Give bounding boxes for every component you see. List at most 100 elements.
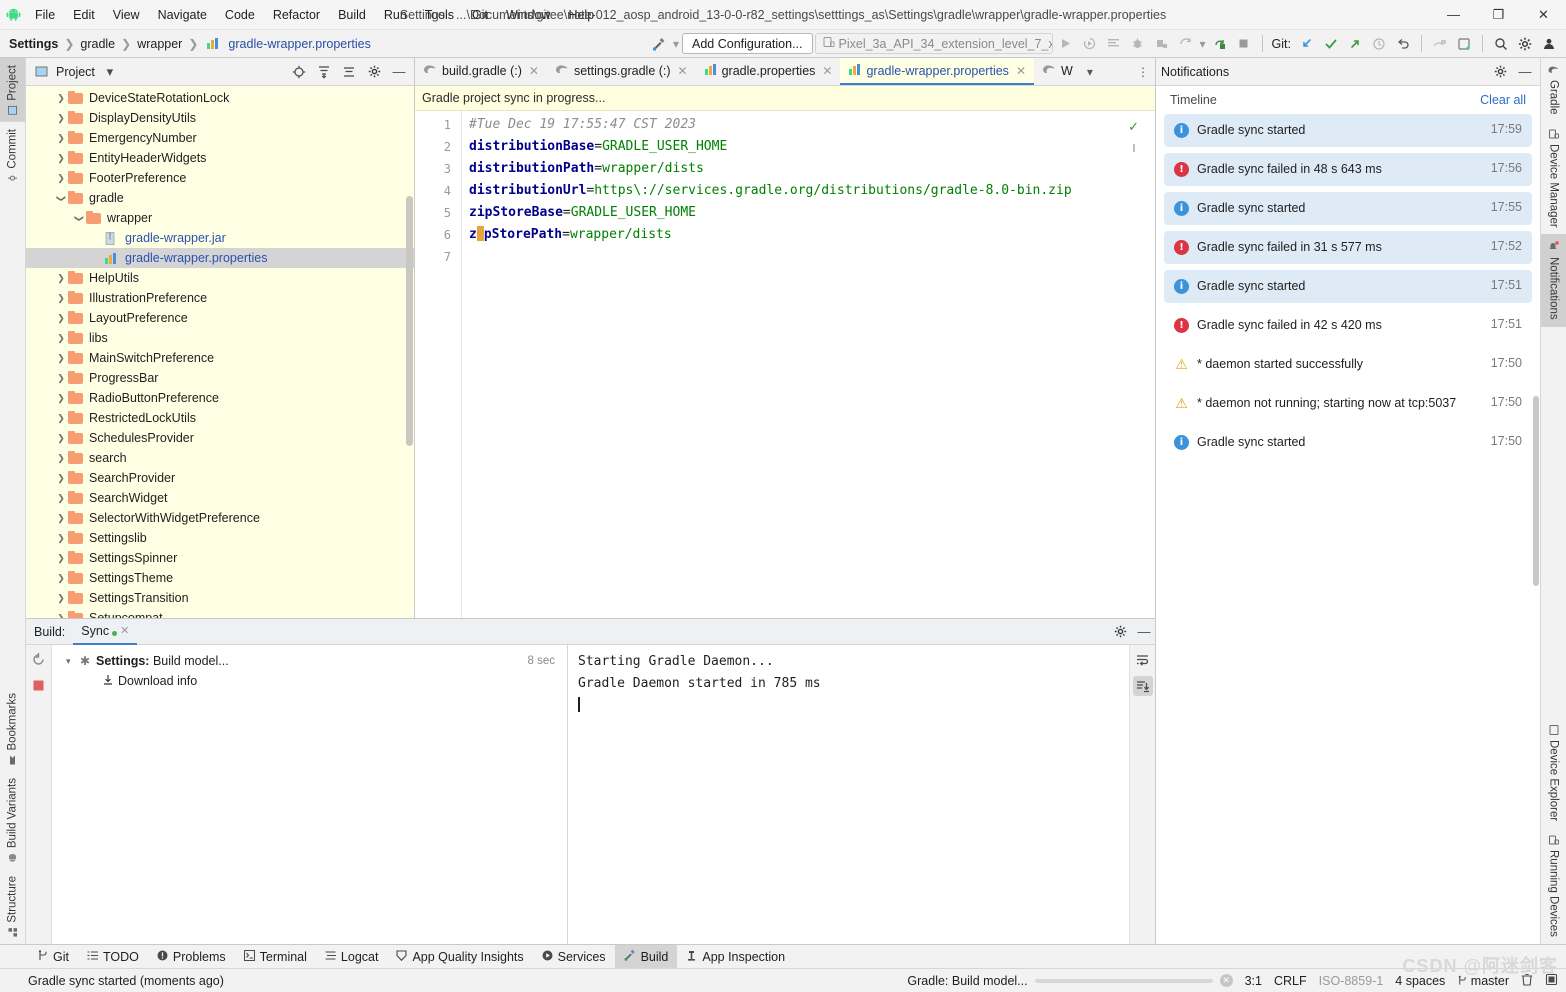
sidebar-item-notifications[interactable]: Notifications (1541, 234, 1566, 327)
chevron-right-icon[interactable]: ❯ (54, 413, 68, 424)
device-mirror-icon[interactable] (1453, 33, 1475, 55)
tree-node-schedulesprovider[interactable]: ❯SchedulesProvider (26, 428, 414, 448)
close-icon[interactable]: ✕ (529, 64, 539, 78)
sidebar-item-bookmarks[interactable]: Bookmarks (0, 686, 25, 772)
chevron-right-icon[interactable]: ❯ (54, 373, 68, 384)
tree-node-entityheaderwidgets[interactable]: ❯EntityHeaderWidgets (26, 148, 414, 168)
tree-node-mainswitchpreference[interactable]: ❯MainSwitchPreference (26, 348, 414, 368)
tab-gradle-wrapper-properties[interactable]: gradle-wrapper.properties ✕ (840, 58, 1034, 85)
chevron-right-icon[interactable]: ❯ (54, 273, 68, 284)
close-icon[interactable]: ✕ (822, 64, 832, 78)
hide-build-panel-icon[interactable]: — (1133, 621, 1155, 643)
menu-file[interactable]: File (26, 5, 64, 25)
tree-node-restrictedlockutils[interactable]: ❯RestrictedLockUtils (26, 408, 414, 428)
tool-button-git[interactable]: Git (28, 945, 78, 969)
git-update-icon[interactable] (1296, 33, 1318, 55)
tree-node-search[interactable]: ❯search (26, 448, 414, 468)
build-hammer-icon[interactable] (648, 33, 670, 55)
add-configuration-button[interactable]: Add Configuration... (682, 33, 813, 54)
layout-inspector-icon[interactable] (1429, 33, 1451, 55)
tree-node-footerpreference[interactable]: ❯FooterPreference (26, 168, 414, 188)
sidebar-item-structure[interactable]: Structure (0, 869, 25, 944)
notification-item[interactable]: iGradle sync started17:51 (1164, 270, 1532, 303)
notification-item[interactable]: iGradle sync started17:59 (1164, 114, 1532, 147)
notification-item[interactable]: !Gradle sync failed in 48 s 643 ms17:56 (1164, 153, 1532, 186)
close-icon[interactable]: ✕ (678, 64, 688, 78)
stop-icon[interactable] (1233, 33, 1255, 55)
menu-edit[interactable]: Edit (64, 5, 104, 25)
build-task-tree[interactable]: ▾ ✱ Settings: Build model... 8 sec Downl… (52, 645, 568, 944)
undo-icon[interactable] (1392, 33, 1414, 55)
minimize-button[interactable]: — (1431, 0, 1476, 30)
tool-button-terminal[interactable]: Terminal (235, 945, 316, 969)
tree-node-settingsspinner[interactable]: ❯SettingsSpinner (26, 548, 414, 568)
build-task-row[interactable]: ▾ ✱ Settings: Build model... 8 sec (52, 651, 567, 671)
chevron-right-icon[interactable]: ❯ (54, 493, 68, 504)
project-settings-gear-icon[interactable] (364, 62, 384, 82)
build-task-row[interactable]: Download info (52, 671, 567, 691)
sidebar-item-device-explorer[interactable]: Device Explorer (1541, 718, 1566, 828)
notification-item[interactable]: ⚠* daemon started successfully17:50 (1164, 348, 1532, 381)
sync-gradle-icon[interactable] (1175, 33, 1197, 55)
notification-item[interactable]: !Gradle sync failed in 42 s 420 ms17:51 (1164, 309, 1532, 342)
tree-node-progressbar[interactable]: ❯ProgressBar (26, 368, 414, 388)
tool-button-services[interactable]: Services (533, 945, 615, 969)
tool-button-build[interactable]: Build (615, 945, 678, 969)
indent-setting[interactable]: 4 spaces (1395, 974, 1445, 988)
chevron-right-icon[interactable]: ❯ (54, 393, 68, 404)
chevron-right-icon[interactable]: ❯ (54, 553, 68, 564)
tree-node-emergencynumber[interactable]: ❯EmergencyNumber (26, 128, 414, 148)
tree-node-gradle[interactable]: ❯gradle (26, 188, 414, 208)
tree-node-layoutpreference[interactable]: ❯LayoutPreference (26, 308, 414, 328)
breadcrumb-file[interactable]: gradle-wrapper.properties (225, 36, 373, 52)
sidebar-item-device-manager[interactable]: Device Manager (1541, 122, 1566, 235)
sync-dropdown-chevron-icon[interactable]: ▾ (1199, 37, 1207, 51)
menu-view[interactable]: View (104, 5, 149, 25)
trash-icon[interactable] (1521, 973, 1533, 989)
scroll-to-end-icon[interactable] (1133, 676, 1153, 696)
notification-item[interactable]: iGradle sync started17:55 (1164, 192, 1532, 225)
notification-item[interactable]: !Gradle sync failed in 31 s 577 ms17:52 (1164, 231, 1532, 264)
chevron-right-icon[interactable]: ❯ (54, 153, 68, 164)
select-opened-file-icon[interactable] (289, 62, 309, 82)
chevron-right-icon[interactable]: ❯ (54, 353, 68, 364)
sidebar-item-commit[interactable]: Commit (0, 122, 25, 190)
chevron-down-icon[interactable]: ▾ (66, 656, 80, 667)
menu-window[interactable]: Window (497, 5, 559, 25)
menu-tools[interactable]: Tools (416, 5, 463, 25)
inspection-ok-icon[interactable]: ✓ (1128, 119, 1139, 135)
build-dropdown-chevron-icon[interactable]: ▾ (672, 37, 680, 51)
menu-run[interactable]: Run (375, 5, 416, 25)
menu-help[interactable]: Help (559, 5, 603, 25)
attach-debugger-icon[interactable] (1151, 33, 1173, 55)
tool-button-app-inspection[interactable]: App Inspection (677, 945, 794, 969)
file-encoding[interactable]: ISO-8859-1 (1319, 974, 1384, 988)
memory-indicator-icon[interactable] (1545, 973, 1558, 989)
maximize-button[interactable]: ❐ (1476, 0, 1521, 30)
tree-node-settingslib[interactable]: ❯Settingslib (26, 528, 414, 548)
tree-node-searchwidget[interactable]: ❯SearchWidget (26, 488, 414, 508)
notifications-list[interactable]: Timeline Clear all iGradle sync started1… (1156, 86, 1540, 944)
expand-all-icon[interactable] (314, 62, 334, 82)
tab-gradle-properties[interactable]: gradle.properties ✕ (696, 58, 841, 85)
rerun-icon[interactable] (30, 650, 48, 668)
tree-node-illustrationpreference[interactable]: ❯IllustrationPreference (26, 288, 414, 308)
build-settings-gear-icon[interactable] (1109, 621, 1131, 643)
tree-node-helputils[interactable]: ❯HelpUtils (26, 268, 414, 288)
chevron-right-icon[interactable]: ❯ (54, 513, 68, 524)
notifications-settings-gear-icon[interactable] (1490, 62, 1510, 82)
chevron-right-icon[interactable]: ❯ (54, 93, 68, 104)
menu-git[interactable]: Git (463, 5, 497, 25)
tree-node-setupcompat[interactable]: ❯Setupcompat (26, 608, 414, 618)
code-editor[interactable]: 1 2 3 4 5 6 7 #Tue Dec 19 17:55:47 CST 2… (415, 111, 1155, 618)
chevron-right-icon[interactable]: ❯ (54, 333, 68, 344)
chevron-right-icon[interactable]: ❯ (54, 533, 68, 544)
tab-overflow[interactable]: W (1034, 58, 1081, 85)
menu-code[interactable]: Code (216, 5, 264, 25)
tree-node-settingstheme[interactable]: ❯SettingsTheme (26, 568, 414, 588)
code-lines[interactable]: #Tue Dec 19 17:55:47 CST 2023 distributi… (462, 111, 1155, 618)
chevron-right-icon[interactable]: ❯ (54, 113, 68, 124)
build-tab-sync[interactable]: Sync ✕ (73, 619, 137, 645)
chevron-right-icon[interactable]: ❯ (54, 133, 68, 144)
caret-position[interactable]: 3:1 (1245, 974, 1262, 988)
